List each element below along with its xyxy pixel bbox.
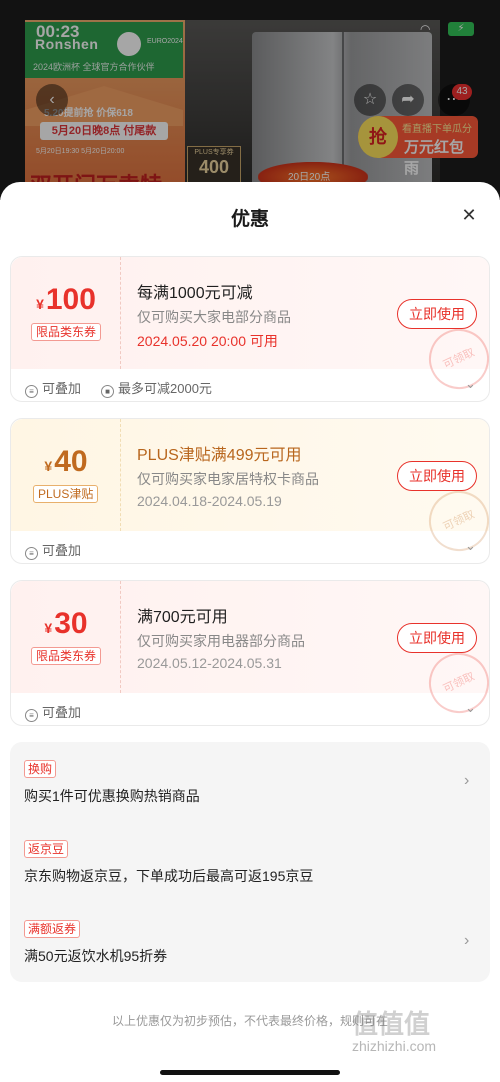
coupon-date: 2024.05.20 20:00 可用 [137,333,278,349]
coupon-date: 2024.04.18-2024.05.19 [137,493,282,509]
coupon-card: ¥40 PLUS津贴 PLUS津贴满499元可用 仅可购买家电家居特权卡商品 2… [10,418,490,564]
discount-sheet: 优惠 ✕ ¥100 限品类东券 每满1000元可减 仅可购买大家电部分商品 20… [0,182,500,1082]
stackable-label: 可叠加 [42,381,82,396]
coupon-amount: ¥30 [11,607,121,641]
currency-symbol: ¥ [44,458,53,474]
watermark-logo: 值值值 [352,1009,431,1039]
use-now-button[interactable]: 立即使用 [397,461,477,491]
use-now-button[interactable]: 立即使用 [397,299,477,329]
stackable-label: 可叠加 [42,705,82,720]
coupon-type-tag: 限品类东券 [31,323,102,341]
chevron-down-icon[interactable]: ⌄ [465,700,476,716]
chevron-right-icon: › [464,932,470,949]
currency-symbol: ¥ [36,296,44,312]
coupon-body: ¥30 限品类东券 满700元可用 仅可购买家用电器部分商品 2024.05.1… [11,581,489,723]
coupon-desc: 仅可购买大家电部分商品 [137,309,291,325]
benefits-panel: 换购 购买1件可优惠换购热销商品 › 返京豆 京东购物返京豆，下单成功后最高可返… [10,742,490,982]
stackable-info: ≡ 可叠加 [25,378,81,398]
coupon-body: ¥100 限品类东券 每满1000元可减 仅可购买大家电部分商品 2024.05… [11,257,489,399]
coupon-body: ¥40 PLUS津贴 PLUS津贴满499元可用 仅可购买家电家居特权卡商品 2… [11,419,489,561]
chevron-down-icon[interactable]: ⌄ [465,376,476,392]
stackable-label: 可叠加 [42,543,82,558]
benefit-text: 购买1件可优惠换购热销商品 [24,788,200,804]
use-now-button[interactable]: 立即使用 [397,623,477,653]
coupon-desc: 仅可购买家电家居特权卡商品 [137,471,319,487]
benefit-row-jingdou: 返京豆 京东购物返京豆，下单成功后最高可返195京豆 [10,822,490,900]
coupon-card: ¥30 限品类东券 满700元可用 仅可购买家用电器部分商品 2024.05.1… [10,580,490,726]
stackable-info: ≡ 可叠加 [25,540,81,560]
benefit-row-trade-in[interactable]: 换购 购买1件可优惠换购热销商品 › [10,742,490,820]
coupon-footer[interactable]: ≡ 可叠加 ⌄ [11,693,489,725]
coupon-value-panel: ¥30 限品类东券 [11,581,121,693]
amount-value: 30 [54,607,88,640]
coupon-type-tag: 限品类东券 [31,647,102,665]
benefit-text: 京东购物返京豆，下单成功后最高可返195京豆 [24,868,314,884]
coupon-value-panel: ¥100 限品类东券 [11,257,121,369]
coupon-amount: ¥40 [11,445,121,479]
watermark-url: zhizhizhi.com [352,1038,437,1054]
stack-icon: ≡ [25,385,38,398]
sheet-title: 优惠 [230,209,269,230]
stack-icon: ≡ [25,547,38,560]
chevron-down-icon[interactable]: ⌄ [465,538,476,554]
benefit-tag: 换购 [24,760,57,778]
coupon-value-panel: ¥40 PLUS津贴 [11,419,121,531]
stackable-info: ≡ 可叠加 [25,702,81,722]
amount-value: 100 [45,283,96,316]
currency-symbol: ¥ [44,620,53,636]
stack-icon: ≡ [25,709,38,722]
coupon-type-tag: PLUS津贴 [33,485,99,503]
coupon-desc: 仅可购买家用电器部分商品 [137,633,305,649]
max-discount-label: 最多可减2000元 [118,381,212,396]
max-discount-info: ■ 最多可减2000元 [101,378,212,398]
coupon-footer[interactable]: ≡ 可叠加 ⌄ [11,531,489,563]
coupon-title: 满700元可用 [137,609,228,626]
coupon-amount: ¥100 [11,283,121,317]
coupon-footer[interactable]: ≡ 可叠加 ■ 最多可减2000元 ⌄ [11,369,489,401]
close-icon[interactable]: ✕ [458,204,480,226]
benefit-text: 满50元返饮水机95折券 [24,948,168,964]
dim-overlay[interactable] [0,0,500,200]
coupon-date: 2024.05.12-2024.05.31 [137,655,282,671]
coupon-title: PLUS津贴满499元可用 [137,447,302,464]
coupon-title: 每满1000元可减 [137,285,253,302]
limit-icon: ■ [101,385,114,398]
coupon-card: ¥100 限品类东券 每满1000元可减 仅可购买大家电部分商品 2024.05… [10,256,490,402]
home-indicator[interactable] [160,1070,340,1075]
chevron-right-icon: › [464,772,470,789]
amount-value: 40 [54,445,88,478]
benefit-tag: 满额返券 [24,920,81,938]
benefit-row-voucher[interactable]: 满额返券 满50元返饮水机95折券 › [10,902,490,980]
benefit-tag: 返京豆 [24,840,69,858]
